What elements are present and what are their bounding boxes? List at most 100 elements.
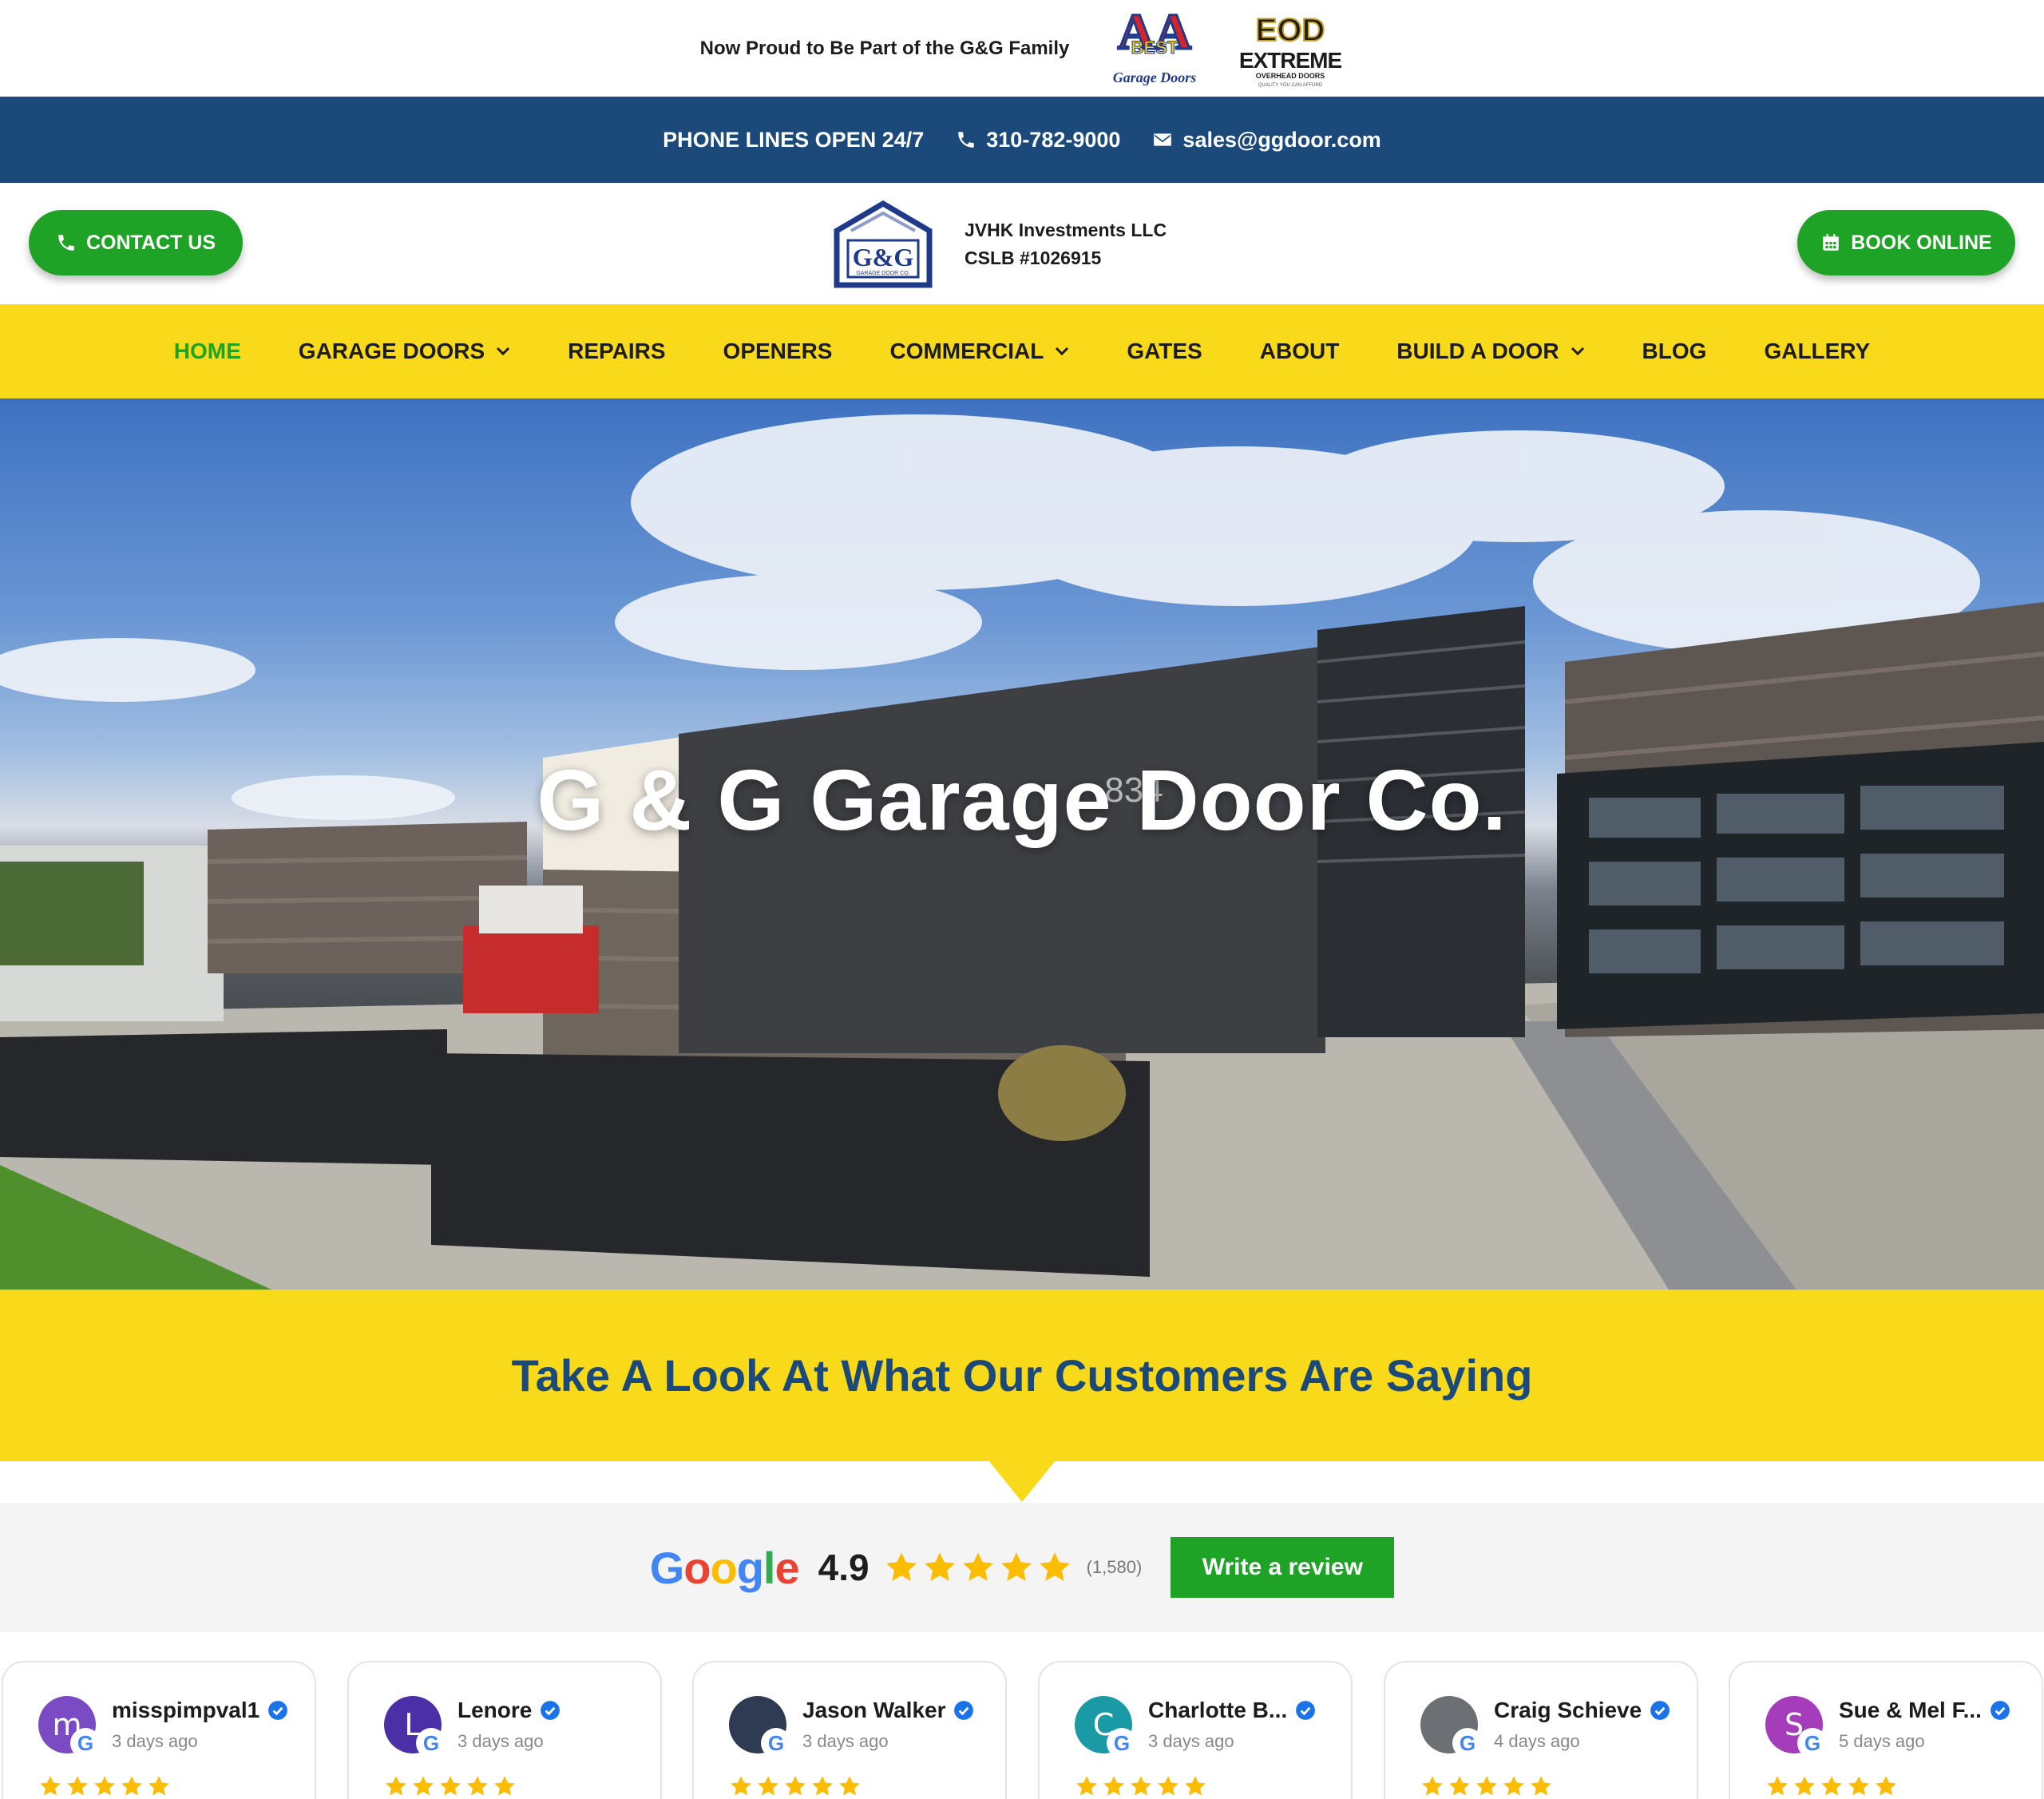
- star-icon: [885, 1552, 917, 1581]
- announcement-text: Now Proud to Be Part of the G&G Family: [699, 37, 1070, 59]
- google-rating-band: Google 4.9 (1,580) Write a review: [0, 1503, 2044, 1632]
- best-logo-word: BEST: [1131, 38, 1178, 57]
- license-company: JVHK Investments LLC: [965, 220, 1167, 240]
- chevron-down-icon[interactable]: [1055, 347, 1069, 356]
- star-icon: [1422, 1776, 1443, 1796]
- chevron-down-icon[interactable]: [1571, 347, 1585, 356]
- phone-hours-text: PHONE LINES OPEN 24/7: [663, 127, 925, 152]
- nav-item-label: BUILD A DOOR: [1396, 339, 1559, 363]
- star-icon: [440, 1776, 461, 1796]
- reviewer-name: Craig Schieve: [1494, 1698, 1670, 1723]
- google-badge-icon: G: [1797, 1728, 1828, 1758]
- google-logo-letter: G: [649, 1542, 685, 1593]
- nav-item-label: REPAIRS: [568, 339, 666, 363]
- nav-item-label: COMMERCIAL: [889, 339, 1044, 363]
- review-stars: [384, 1774, 517, 1798]
- google-logo: Google: [649, 1542, 800, 1594]
- star-icon: [413, 1776, 434, 1796]
- reviewer-name: Jason Walker: [802, 1698, 974, 1723]
- gg-garage-door-logo[interactable]: G&G GARAGE DOOR CO.: [834, 199, 933, 288]
- reviewer-name-text: Lenore: [458, 1698, 533, 1722]
- nav-item-blog[interactable]: BLOG: [1614, 339, 1736, 364]
- star-icon: [1185, 1776, 1206, 1796]
- book-online-label: BOOK ONLINE: [1851, 231, 1992, 254]
- book-online-button[interactable]: BOOK ONLINE: [1797, 210, 2015, 275]
- reviewer-name: misspimpval1: [112, 1698, 288, 1723]
- email-address[interactable]: sales@ggdoor.com: [1182, 128, 1380, 153]
- nav-item-commercial[interactable]: COMMERCIAL: [861, 339, 1098, 364]
- eod-logo-sub: OVERHEAD DOORS: [1256, 72, 1325, 80]
- hero-banner: 834 G & G Garage Door Co.: [0, 398, 2044, 1290]
- star-icon: [1039, 1552, 1070, 1581]
- google-badge-icon: G: [70, 1728, 101, 1758]
- nav-item-gates[interactable]: GATES: [1098, 339, 1230, 364]
- phone-hours: PHONE LINES OPEN 24/7: [663, 128, 924, 153]
- eod-logo-word: EXTREME: [1239, 48, 1342, 73]
- star-icon: [121, 1776, 142, 1796]
- star-icon: [1876, 1776, 1896, 1796]
- review-date: 3 days ago: [112, 1731, 198, 1751]
- review-count: (1,580): [1086, 1557, 1143, 1577]
- star-icon: [1449, 1776, 1470, 1796]
- nav-item-label: OPENERS: [723, 339, 833, 363]
- review-card[interactable]: G Craig Schieve 4 days ago: [1384, 1661, 1698, 1799]
- review-card[interactable]: L G Lenore 3 days ago: [347, 1661, 662, 1799]
- review-card[interactable]: m Gmisspimpval1 3 days ago: [2, 1661, 316, 1799]
- star-icon: [758, 1776, 778, 1796]
- chevron-down-icon[interactable]: [496, 347, 510, 356]
- envelope-icon: [1154, 133, 1172, 146]
- star-icon: [1848, 1776, 1869, 1796]
- star-icon: [94, 1776, 115, 1796]
- testimonials-banner: Take A Look At What Our Customers Are Sa…: [0, 1290, 2044, 1461]
- reviewer-name-text: Jason Walker: [802, 1698, 946, 1722]
- star-icon: [1767, 1776, 1788, 1796]
- verified-badge-icon: [268, 1701, 288, 1720]
- google-badge-icon: G: [416, 1728, 446, 1758]
- nav-item-label: GATES: [1127, 339, 1202, 363]
- extreme-overhead-doors-logo[interactable]: EOD EXTREME OVERHEAD DOORS QUALITY YOU C…: [1237, 7, 1344, 90]
- star-icon: [40, 1776, 61, 1796]
- google-logo-letter: e: [774, 1542, 799, 1593]
- google-logo-letter: l: [763, 1542, 776, 1593]
- star-icon: [731, 1776, 751, 1796]
- star-icon: [1503, 1776, 1524, 1796]
- brand-sub: GARAGE DOOR CO.: [856, 271, 909, 276]
- nav-item-home[interactable]: HOME: [145, 339, 270, 364]
- review-card[interactable]: S G Sue & Mel F... 5 days ago: [1729, 1661, 2043, 1799]
- nav-item-build-a-door[interactable]: BUILD A DOOR: [1368, 339, 1613, 364]
- nav-item-label: ABOUT: [1259, 339, 1340, 363]
- verified-badge-icon: [1991, 1701, 2010, 1720]
- star-icon: [1158, 1776, 1178, 1796]
- nav-item-garage-doors[interactable]: GARAGE DOORS: [270, 339, 539, 364]
- star-icon: [1131, 1776, 1151, 1796]
- phone-number[interactable]: 310-782-9000: [986, 128, 1120, 153]
- eod-logo-tag: QUALITY YOU CAN AFFORD: [1258, 83, 1323, 88]
- brand-letters: G&G: [853, 243, 914, 271]
- review-card[interactable]: G Jason Walker 3 days ago: [692, 1661, 1007, 1799]
- site-header: CONTACT US G&G GARAGE DOOR CO. JVHK Inve…: [0, 183, 2044, 304]
- reviewer-name: Lenore: [458, 1698, 561, 1723]
- banner-pointer: [988, 1460, 1056, 1502]
- write-review-button[interactable]: Write a review: [1171, 1537, 1395, 1598]
- best-garage-doors-logo[interactable]: AA BEST Garage Doors: [1101, 2, 1208, 90]
- verified-badge-icon: [1296, 1701, 1316, 1720]
- review-stars: [1420, 1774, 1553, 1798]
- review-card[interactable]: C G Charlotte B... 3 days ago: [1038, 1661, 1353, 1799]
- hero-title: G & G Garage Door Co.: [537, 751, 1507, 848]
- star-icon: [1531, 1776, 1551, 1796]
- nav-item-gallery[interactable]: GALLERY: [1735, 339, 1899, 364]
- contact-us-button[interactable]: CONTACT US: [29, 210, 243, 275]
- email-link[interactable]: sales@ggdoor.com: [1152, 128, 1381, 153]
- review-date: 3 days ago: [1148, 1731, 1234, 1751]
- nav-item-openers[interactable]: OPENERS: [695, 339, 862, 364]
- review-carousel: m Gmisspimpval1 3 days ago L G Lenore 3 days a…: [0, 1632, 2044, 1799]
- google-logo-letter: o: [710, 1542, 737, 1593]
- rating-value: 4.9: [818, 1547, 869, 1588]
- nav-item-about[interactable]: ABOUT: [1231, 339, 1369, 364]
- phone-link[interactable]: 310-782-9000: [956, 128, 1120, 153]
- verified-badge-icon: [954, 1701, 974, 1720]
- nav-item-repairs[interactable]: REPAIRS: [539, 339, 694, 364]
- star-icon: [1476, 1776, 1497, 1796]
- google-badge-icon: G: [1452, 1728, 1483, 1758]
- google-badge-icon: G: [761, 1728, 791, 1758]
